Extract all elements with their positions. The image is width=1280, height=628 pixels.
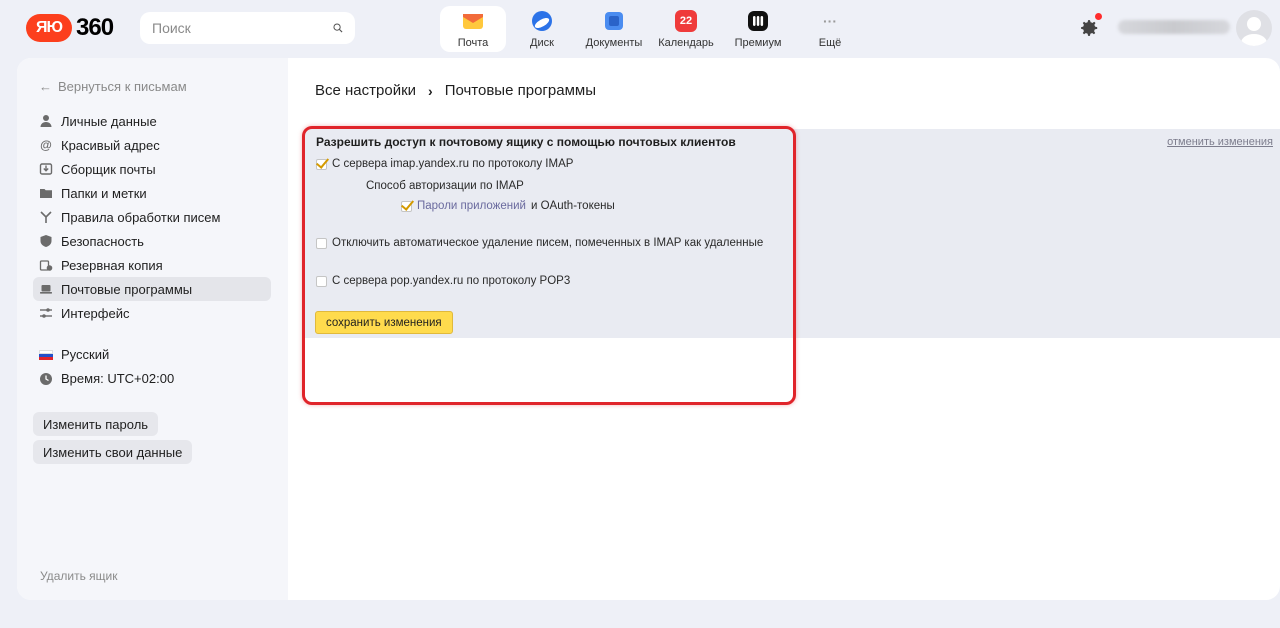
sidebar-item-folders-labels[interactable]: Папки и метки: [33, 181, 271, 205]
sidebar-item-label: Интерфейс: [61, 305, 130, 321]
change-password-button[interactable]: Изменить пароль: [33, 412, 159, 436]
sliders-icon: [40, 308, 52, 318]
sidebar-item-personal-data[interactable]: Личные данные: [33, 109, 271, 133]
sidebar-item-label: Правила обработки писем: [61, 209, 221, 225]
sidebar-item-backup[interactable]: Резервная копия: [33, 253, 271, 277]
gear-icon[interactable]: [1078, 17, 1100, 39]
service-calendar[interactable]: 22 Календарь: [650, 6, 722, 52]
imap-label: С сервера imap.yandex.ru по протоколу IM…: [332, 158, 574, 170]
sidebar-item-label: Почтовые программы: [61, 281, 193, 297]
search-input[interactable]: [152, 20, 333, 36]
imap-auth-method-label: Способ авторизации по IMAP: [366, 180, 524, 192]
chevron-right-icon: ›: [428, 82, 433, 99]
imap-checkbox[interactable]: [316, 158, 327, 170]
mail-clients-section: Разрешить доступ к почтовому ящику с пом…: [304, 129, 1280, 338]
timezone-label: Время: UTC+02:00: [61, 371, 175, 386]
service-disk[interactable]: Диск: [506, 6, 578, 52]
settings-sidebar: ← Вернуться к письмам Личные данные @ Кр…: [17, 58, 288, 600]
avatar[interactable]: [1236, 10, 1272, 46]
back-to-mail-link[interactable]: ← Вернуться к письмам: [39, 79, 187, 94]
service-premium[interactable]: Премиум: [722, 6, 794, 52]
sidebar-item-label: Резервная копия: [61, 257, 163, 273]
services-bar: Почта Диск Документы 22 Календарь Премиу…: [440, 6, 866, 52]
pop3-checkbox[interactable]: [316, 275, 327, 287]
service-label: Почта: [457, 37, 489, 49]
sidebar-item-label: Личные данные: [61, 113, 157, 129]
app-passwords-checkbox[interactable]: [401, 200, 412, 212]
search-box[interactable]: [140, 12, 355, 44]
sidebar-item-label: Безопасность: [61, 233, 144, 249]
language-label: Русский: [61, 347, 110, 362]
auto-delete-label: Отключить автоматическое удаление писем,…: [332, 237, 764, 249]
user-avatar-icon: [1241, 17, 1267, 46]
delete-mailbox-link[interactable]: Удалить ящик: [40, 569, 117, 583]
settings-panel: ← Вернуться к письмам Личные данные @ Кр…: [17, 58, 1280, 600]
service-label: Ещё: [818, 37, 842, 49]
logo-badge: ЯЮ: [26, 14, 72, 42]
auto-delete-option[interactable]: Отключить автоматическое удаление писем,…: [316, 237, 763, 249]
sidebar-item-interface[interactable]: Интерфейс: [33, 301, 271, 325]
sidebar-item-label: Папки и метки: [61, 185, 147, 201]
sidebar-item-label: Сборщик почты: [61, 161, 156, 177]
cancel-changes-link[interactable]: отменить изменения: [1167, 136, 1273, 148]
service-mail[interactable]: Почта: [440, 6, 506, 52]
sidebar-item-rules[interactable]: Правила обработки писем: [33, 205, 271, 229]
imap-option[interactable]: С сервера imap.yandex.ru по протоколу IM…: [316, 158, 573, 170]
search-icon[interactable]: [333, 20, 343, 36]
more-dots-icon: ···: [823, 13, 837, 29]
logo-text: 360: [76, 14, 114, 41]
at-icon: @: [40, 138, 52, 152]
disk-icon: [532, 11, 552, 31]
laptop-icon: [40, 285, 52, 294]
app-passwords-tail: и OAuth-токены: [530, 200, 615, 212]
pop3-option[interactable]: С сервера pop.yandex.ru по протоколу POP…: [316, 275, 570, 287]
backup-icon: [39, 260, 53, 271]
sidebar-item-mail-clients[interactable]: Почтовые программы: [33, 277, 271, 301]
sidebar-item-security[interactable]: Безопасность: [33, 229, 271, 253]
top-header: ЯЮ 360 Почта Диск Документы 22 Календарь…: [0, 0, 1280, 58]
clock-icon: [40, 372, 52, 385]
save-changes-button[interactable]: сохранить изменения: [315, 311, 453, 334]
person-icon: [40, 115, 52, 127]
shield-icon: [40, 235, 52, 247]
account-name-blurred[interactable]: [1118, 20, 1230, 34]
language-selector[interactable]: Русский: [39, 347, 109, 362]
auto-delete-checkbox[interactable]: [316, 237, 327, 249]
breadcrumb: Все настройки › Почтовые программы: [315, 82, 596, 99]
breadcrumb-current: Почтовые программы: [444, 82, 596, 99]
inbox-download-icon: [39, 163, 53, 175]
sidebar-item-label: Красивый адрес: [61, 137, 160, 153]
russian-flag-icon: [39, 349, 53, 360]
service-label: Календарь: [658, 37, 714, 49]
change-data-button[interactable]: Изменить свои данные: [33, 440, 193, 464]
back-label: Вернуться к письмам: [58, 79, 187, 94]
app-passwords-option[interactable]: Пароли приложений и OAuth-токены: [401, 200, 615, 212]
sidebar-item-mail-collector[interactable]: Сборщик почты: [33, 157, 271, 181]
documents-icon: [605, 12, 623, 30]
breadcrumb-all-settings[interactable]: Все настройки: [315, 82, 416, 99]
service-label: Диск: [530, 37, 554, 49]
sidebar-item-pretty-address[interactable]: @ Красивый адрес: [33, 133, 271, 157]
service-more[interactable]: ··· Ещё: [794, 6, 866, 52]
service-label: Премиум: [734, 37, 782, 49]
service-label: Документы: [585, 37, 643, 49]
settings-nav: Личные данные @ Красивый адрес Сборщик п…: [33, 109, 271, 325]
premium-icon: [748, 11, 768, 31]
mail-envelope-icon: [463, 14, 483, 29]
yandex-360-logo[interactable]: ЯЮ 360: [26, 14, 114, 42]
calendar-icon: 22: [675, 10, 697, 32]
filter-branch-icon: [40, 211, 52, 223]
timezone-selector[interactable]: Время: UTC+02:00: [39, 371, 174, 386]
app-passwords-link[interactable]: Пароли приложений: [417, 200, 526, 212]
notification-dot: [1095, 13, 1102, 20]
arrow-left-icon: ←: [39, 79, 52, 94]
pop3-label: С сервера pop.yandex.ru по протоколу POP…: [332, 275, 571, 287]
section-title: Разрешить доступ к почтовому ящику с пом…: [316, 135, 736, 149]
folder-icon: [40, 189, 52, 198]
service-documents[interactable]: Документы: [578, 6, 650, 52]
